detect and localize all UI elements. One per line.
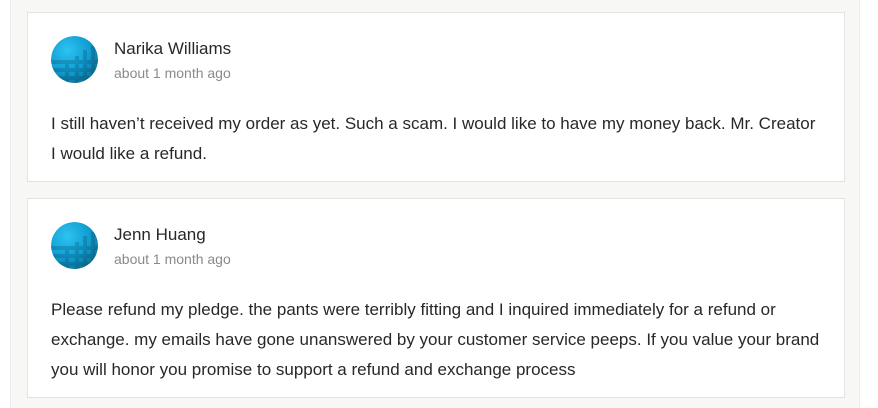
comment-body: I still haven’t received my order as yet…	[51, 114, 816, 163]
comment-card: Jenn Huang about 1 month ago Please refu…	[27, 198, 845, 398]
default-avatar-icon[interactable]	[51, 222, 98, 269]
comment-timestamp[interactable]: about 1 month ago	[114, 64, 231, 82]
comments-panel: Narika Williams about 1 month ago I stil…	[10, 0, 860, 408]
comment-timestamp[interactable]: about 1 month ago	[114, 250, 231, 268]
comment-body: Please refund my pledge. the pants were …	[51, 300, 820, 379]
default-avatar-icon[interactable]	[51, 36, 98, 83]
comment-author[interactable]: Jenn Huang	[114, 225, 206, 245]
comment-author[interactable]: Narika Williams	[114, 39, 231, 59]
comment-card: Narika Williams about 1 month ago I stil…	[27, 12, 845, 182]
